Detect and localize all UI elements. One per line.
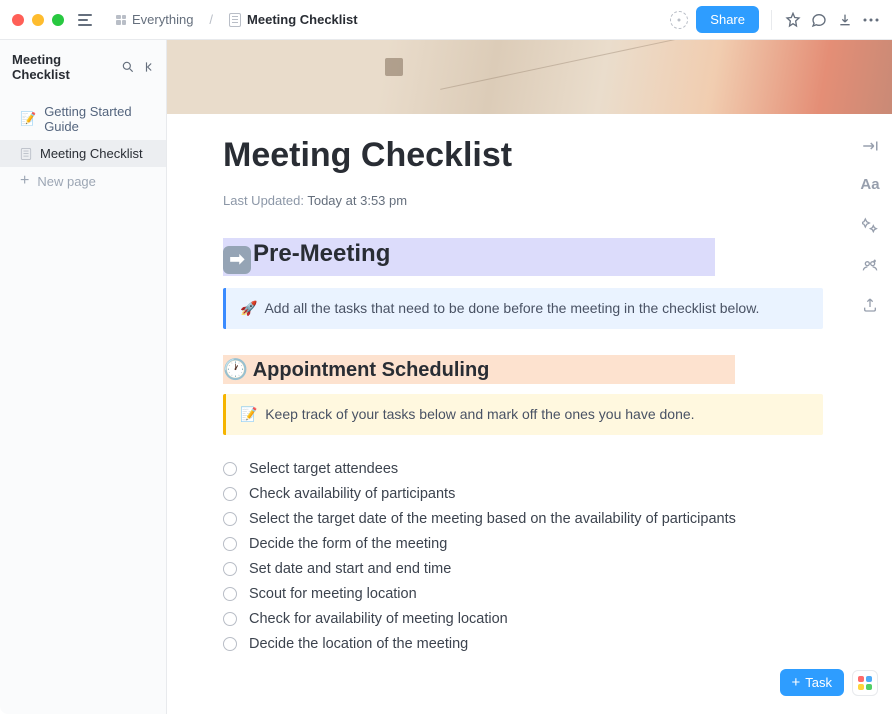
checklist-item[interactable]: Set date and start and end time (223, 561, 790, 577)
breadcrumb-current-label: Meeting Checklist (247, 12, 358, 27)
sidebar-title: Meeting Checklist (12, 52, 114, 82)
appointment-callout[interactable]: 📝 Keep track of your tasks below and mar… (223, 394, 823, 435)
checkbox[interactable] (223, 537, 237, 551)
checkbox[interactable] (223, 612, 237, 626)
meta-value: Today at 3:53 pm (307, 193, 407, 208)
sidebar-search-icon[interactable] (120, 59, 136, 75)
checklist-item[interactable]: Check for availability of meeting locati… (223, 611, 790, 627)
checklist-item-label: Check for availability of meeting locati… (249, 611, 508, 627)
memo-icon: 📝 (240, 406, 257, 422)
breadcrumb-separator: / (209, 12, 213, 27)
checklist-item[interactable]: Decide the location of the meeting (223, 636, 790, 652)
task-button-label: Task (805, 675, 832, 690)
apps-button[interactable] (852, 670, 878, 696)
checkbox[interactable] (223, 487, 237, 501)
sidebar-new-page[interactable]: + New page (0, 167, 166, 195)
checkbox[interactable] (223, 512, 237, 526)
checklist-item-label: Check availability of participants (249, 486, 455, 502)
checklist-item-label: Select the target date of the meeting ba… (249, 511, 736, 527)
everything-icon (116, 15, 126, 25)
window-close-button[interactable] (12, 14, 24, 26)
checklist-item[interactable]: Select target attendees (223, 461, 790, 477)
page-icon (21, 148, 31, 160)
meta-label: Last Updated: (223, 193, 304, 208)
more-icon[interactable] (862, 11, 880, 29)
topbar: Everything / Meeting Checklist Share (0, 0, 892, 40)
favorite-icon[interactable] (784, 11, 802, 29)
sidebar-item-label: Meeting Checklist (40, 146, 143, 161)
sidebar-item-meeting-checklist[interactable]: Meeting Checklist (0, 140, 166, 167)
checkbox[interactable] (223, 637, 237, 651)
section-appointment-heading[interactable]: 🕐 Appointment Scheduling (223, 355, 735, 384)
breadcrumb-root[interactable]: Everything (108, 8, 201, 31)
section-title: Pre-Meeting (253, 240, 390, 267)
checkbox[interactable] (223, 462, 237, 476)
section-title: Appointment Scheduling (253, 359, 490, 381)
collaborate-icon[interactable] (862, 257, 878, 273)
comment-icon[interactable] (810, 11, 828, 29)
checkbox[interactable] (223, 562, 237, 576)
checklist-item-label: Select target attendees (249, 461, 398, 477)
new-task-button[interactable]: + Task (780, 669, 845, 696)
breadcrumb-root-label: Everything (132, 12, 193, 27)
checklist-item-label: Decide the location of the meeting (249, 636, 468, 652)
checklist-item[interactable]: Select the target date of the meeting ba… (223, 511, 790, 527)
download-icon[interactable] (836, 11, 854, 29)
memo-icon: 📝 (20, 111, 36, 127)
sidebar-item-label: Getting Started Guide (44, 104, 154, 134)
callout-text: Add all the tasks that need to be done b… (264, 300, 759, 316)
checkbox[interactable] (223, 587, 237, 601)
arrow-right-icon: ➡ (223, 246, 251, 274)
checklist-item-label: Set date and start and end time (249, 561, 451, 577)
cover-image[interactable] (167, 40, 892, 114)
callout-text: Keep track of your tasks below and mark … (265, 406, 694, 422)
checklist: Select target attendees Check availabili… (223, 461, 790, 652)
last-updated: Last Updated: Today at 3:53 pm (223, 193, 790, 208)
document-content: Meeting Checklist Last Updated: Today at… (167, 114, 846, 714)
sidebar-new-page-label: New page (37, 174, 96, 189)
plus-icon: + (20, 173, 29, 189)
sidebar: Meeting Checklist 📝 Getting Started Guid… (0, 40, 167, 714)
checklist-item[interactable]: Decide the form of the meeting (223, 536, 790, 552)
right-rail: Aa (848, 140, 892, 313)
breadcrumb-current[interactable]: Meeting Checklist (221, 8, 366, 31)
window-minimize-button[interactable] (32, 14, 44, 26)
section-pre-meeting-heading[interactable]: ➡Pre-Meeting (223, 238, 715, 276)
checklist-item-label: Scout for meeting location (249, 586, 417, 602)
sidebar-item-getting-started[interactable]: 📝 Getting Started Guide (0, 98, 166, 140)
divider (771, 10, 772, 30)
checklist-item[interactable]: Scout for meeting location (223, 586, 790, 602)
breadcrumb: Everything / Meeting Checklist (108, 8, 366, 31)
main-area: Aa Meeting Checklist Last Updated: Today… (167, 40, 892, 714)
sidebar-collapse-icon[interactable] (142, 59, 158, 75)
window-controls (12, 14, 64, 26)
page-icon (229, 13, 241, 27)
width-toggle-icon[interactable] (861, 140, 879, 152)
page-title[interactable]: Meeting Checklist (223, 136, 790, 175)
plus-icon: + (792, 675, 801, 690)
export-icon[interactable] (862, 297, 878, 313)
font-icon[interactable]: Aa (860, 176, 879, 193)
pre-meeting-callout[interactable]: 🚀 Add all the tasks that need to be done… (223, 288, 823, 329)
window-zoom-button[interactable] (52, 14, 64, 26)
sync-status-icon[interactable] (670, 11, 688, 29)
ai-icon[interactable] (862, 217, 878, 233)
clock-icon: 🕐 (223, 359, 248, 381)
share-button[interactable]: Share (696, 6, 759, 33)
checklist-item-label: Decide the form of the meeting (249, 536, 447, 552)
rocket-icon: 🚀 (240, 300, 257, 316)
menu-toggle-button[interactable] (78, 14, 92, 26)
checklist-item[interactable]: Check availability of participants (223, 486, 790, 502)
